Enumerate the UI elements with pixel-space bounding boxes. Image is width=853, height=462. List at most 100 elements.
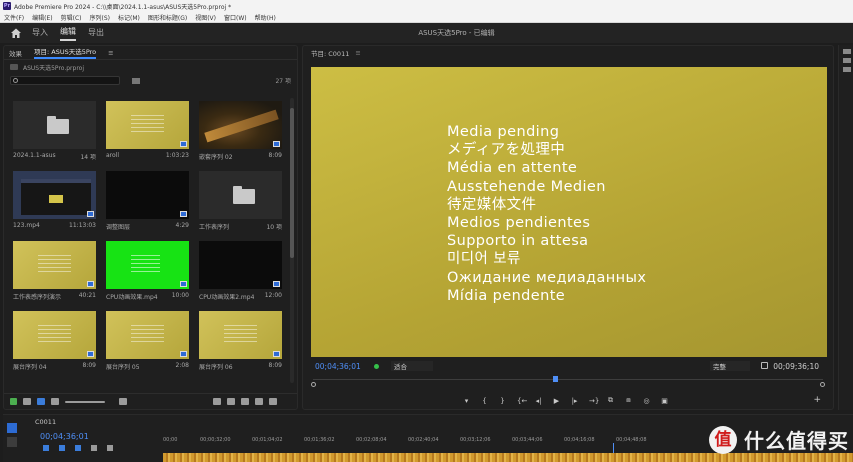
- project-item[interactable]: aroll 1:03:23: [106, 101, 189, 159]
- tick-label: 00;01;04;02: [252, 437, 283, 443]
- panel-icon[interactable]: [843, 58, 851, 63]
- go-to-out-button[interactable]: →}: [589, 397, 599, 405]
- play-button[interactable]: ▶: [553, 397, 560, 405]
- tick-label: 00;00: [163, 437, 178, 443]
- panel-icon[interactable]: [843, 49, 851, 54]
- menu-sequence[interactable]: 序列(S): [90, 13, 111, 22]
- menu-markers[interactable]: 标记(M): [118, 13, 140, 22]
- list-view-icon[interactable]: [23, 398, 31, 405]
- sequence-badge-icon: [180, 141, 187, 147]
- panel-menu-icon[interactable]: ≡: [355, 49, 360, 57]
- playhead[interactable]: [553, 376, 558, 382]
- tab-edit[interactable]: 编辑: [60, 26, 76, 41]
- menu-view[interactable]: 视图(V): [195, 13, 216, 22]
- folder-icon: [10, 64, 18, 70]
- new-bin-icon[interactable]: [241, 398, 249, 405]
- project-item[interactable]: 123.mp4 11:13:03: [13, 171, 96, 229]
- search-row: 27 项: [4, 74, 297, 87]
- find-icon[interactable]: [227, 398, 235, 405]
- new-bin-icon[interactable]: [132, 77, 140, 84]
- project-item[interactable]: 调整图层 4:29: [106, 171, 189, 231]
- panel-menu-icon[interactable]: ≡: [108, 49, 113, 57]
- item-thumbnail: [199, 311, 282, 359]
- project-item[interactable]: 展台序列 05 2:08: [106, 311, 189, 371]
- zoom-fit-select[interactable]: 适合: [391, 361, 433, 371]
- button-editor-plus[interactable]: +: [813, 395, 821, 405]
- menu-help[interactable]: 帮助(H): [255, 13, 276, 22]
- panel-icon[interactable]: [843, 67, 851, 72]
- item-name: CPU动画效果2.mp4: [199, 294, 254, 301]
- comparison-view-button[interactable]: ▣: [661, 397, 668, 405]
- project-item[interactable]: 工作表感序列演示 40:21: [13, 241, 96, 301]
- sequence-tab[interactable]: C0011: [35, 418, 56, 426]
- timeline-settings-icon[interactable]: [91, 445, 97, 451]
- delete-icon[interactable]: [269, 398, 277, 405]
- media-pending-line: Mídia pendente: [447, 287, 566, 304]
- step-forward-button[interactable]: |▸: [571, 397, 578, 405]
- tab-export[interactable]: 导出: [88, 27, 104, 40]
- add-marker-button[interactable]: ▾: [463, 397, 470, 405]
- step-back-button[interactable]: ◂|: [535, 397, 542, 405]
- sequence-badge-icon: [87, 281, 94, 287]
- mark-in-button[interactable]: {: [481, 397, 488, 405]
- go-to-in-button[interactable]: {←: [517, 397, 527, 405]
- project-item[interactable]: 嵌套序列 02 8:09: [199, 101, 282, 161]
- item-name: 2024.1.1-asus: [13, 152, 56, 159]
- video-badge-icon: [87, 211, 94, 217]
- workspace-header: ASUS天选5Pro - 已编辑 导入 编辑 导出: [0, 23, 853, 43]
- linked-selection-icon[interactable]: [59, 445, 65, 451]
- menu-window[interactable]: 窗口(W): [224, 13, 247, 22]
- sequence-badge-icon: [87, 351, 94, 357]
- scrollbar-thumb[interactable]: [290, 108, 294, 258]
- folder-icon: [233, 186, 255, 204]
- item-name: 展台序列 06: [199, 364, 233, 371]
- tick-label: 00;04;48;08: [616, 437, 647, 443]
- extract-button[interactable]: ⧈: [625, 396, 632, 405]
- item-thumbnail: [13, 101, 96, 149]
- project-item[interactable]: 2024.1.1-asus 14 项: [13, 101, 96, 161]
- playback-resolution-select[interactable]: 完整: [710, 361, 750, 371]
- project-item[interactable]: 展台序列 06 8:09: [199, 311, 282, 371]
- captions-icon[interactable]: [107, 445, 113, 451]
- program-video-frame[interactable]: Media pending メディアを処理中 Média en attente …: [311, 67, 827, 357]
- export-frame-button[interactable]: ◎: [643, 397, 650, 405]
- selection-tool-icon[interactable]: [7, 423, 17, 433]
- menu-clip[interactable]: 剪辑(C): [61, 13, 82, 22]
- sort-icon[interactable]: [119, 398, 127, 405]
- track-select-tool-icon[interactable]: [7, 437, 17, 447]
- home-icon[interactable]: [10, 27, 22, 39]
- menu-file[interactable]: 文件(F): [4, 13, 24, 22]
- freeform-view-icon[interactable]: [51, 398, 59, 405]
- search-input[interactable]: [10, 76, 120, 85]
- mark-out-button[interactable]: }: [499, 397, 506, 405]
- zoom-slider[interactable]: [65, 400, 105, 403]
- pencil-icon[interactable]: [10, 398, 17, 405]
- window-title: Adobe Premiere Pro 2024 - C:\\桌面\2024.1.…: [14, 3, 232, 11]
- project-item[interactable]: CPU动画效果2.mp4 12:00: [199, 241, 282, 301]
- add-marker-icon[interactable]: [75, 445, 81, 451]
- lift-button[interactable]: ⧉: [607, 396, 614, 405]
- tab-effects[interactable]: 效果: [9, 48, 22, 58]
- timeline-timecode[interactable]: 00;04;36;01: [40, 432, 89, 441]
- tab-import[interactable]: 导入: [32, 27, 48, 40]
- icon-view-icon[interactable]: [37, 398, 45, 405]
- new-item-icon[interactable]: [255, 398, 263, 405]
- menu-edit[interactable]: 编辑(E): [32, 13, 52, 22]
- project-item[interactable]: CPU动画效果.mp4 10:00: [106, 241, 189, 301]
- project-item[interactable]: 工作表序列 10 项: [199, 171, 282, 231]
- program-time-ruler[interactable]: [311, 376, 825, 387]
- item-name: 工作表感序列演示: [13, 294, 62, 301]
- menu-graphics[interactable]: 图形和标题(G): [148, 13, 187, 22]
- settings-wrench-icon[interactable]: [761, 362, 768, 369]
- project-item[interactable]: 展台序列 04 8:09: [13, 311, 96, 371]
- timeline-clips[interactable]: [163, 453, 853, 462]
- media-pending-line: 미디어 보류: [447, 251, 521, 268]
- current-timecode[interactable]: 00;04;36;01: [315, 362, 361, 371]
- transport-controls: ▾ { } {← ◂| ▶ |▸ →} ⧉ ⧈ ◎ ▣: [463, 396, 679, 405]
- snap-icon[interactable]: [43, 445, 49, 451]
- automate-icon[interactable]: [213, 398, 221, 405]
- project-scrollbar[interactable]: [290, 98, 294, 383]
- tab-project[interactable]: 项目: ASUS天选5Pro: [34, 46, 97, 59]
- zoom-handle-right[interactable]: [820, 382, 825, 387]
- zoom-handle-left[interactable]: [311, 382, 316, 387]
